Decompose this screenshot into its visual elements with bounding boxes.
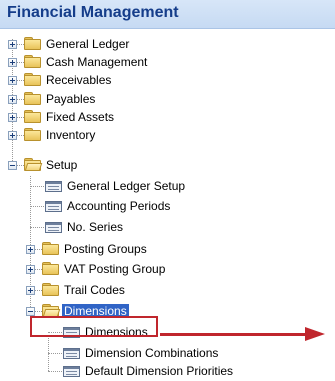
- expand-icon[interactable]: [8, 113, 17, 122]
- folder-icon: [42, 242, 59, 255]
- arrow-head-icon: [305, 327, 325, 341]
- tree-item-label[interactable]: Cash Management: [46, 55, 147, 69]
- folder-icon: [24, 73, 41, 86]
- folder-icon: [42, 262, 59, 275]
- expand-icon[interactable]: [8, 95, 17, 104]
- tree-item-no-series[interactable]: No. Series: [0, 217, 335, 237]
- tree-item-label[interactable]: Setup: [46, 158, 77, 172]
- tree-item-vat-posting-group[interactable]: VAT Posting Group: [0, 259, 335, 279]
- panel-title: Financial Management: [7, 4, 179, 21]
- tree-item-label[interactable]: No. Series: [67, 220, 123, 234]
- folder-icon: [24, 37, 41, 50]
- page-icon: [63, 348, 80, 359]
- expand-icon[interactable]: [26, 265, 35, 274]
- collapse-icon[interactable]: [8, 161, 17, 170]
- tree-item-general-ledger-setup[interactable]: General Ledger Setup: [0, 176, 335, 196]
- highlight-box: [30, 316, 158, 337]
- expand-icon[interactable]: [8, 76, 17, 85]
- tree-item-inventory[interactable]: Inventory: [0, 125, 335, 145]
- folder-icon: [42, 283, 59, 296]
- folder-icon: [24, 110, 41, 123]
- tree-item-posting-groups[interactable]: Posting Groups: [0, 239, 335, 259]
- page-icon: [45, 222, 62, 233]
- tree-item-label[interactable]: Dimension Combinations: [85, 346, 218, 360]
- expand-icon[interactable]: [8, 40, 17, 49]
- page-icon: [45, 181, 62, 192]
- page-icon: [63, 366, 80, 377]
- page-icon: [45, 201, 62, 212]
- expand-icon[interactable]: [26, 245, 35, 254]
- panel-header: Financial Management: [0, 0, 335, 29]
- tree-item-label[interactable]: Accounting Periods: [67, 199, 170, 213]
- tree-item-label[interactable]: Posting Groups: [64, 242, 147, 256]
- tree-item-label[interactable]: Default Dimension Priorities: [85, 364, 233, 378]
- arrow-annotation: [160, 333, 308, 336]
- expand-icon[interactable]: [8, 58, 17, 67]
- tree-item-accounting-periods[interactable]: Accounting Periods: [0, 196, 335, 216]
- tree-item-label[interactable]: VAT Posting Group: [64, 262, 165, 276]
- expand-icon[interactable]: [26, 286, 35, 295]
- tree-item-general-ledger[interactable]: General Ledger: [0, 34, 335, 54]
- tree-item-label[interactable]: General Ledger: [46, 37, 129, 51]
- tree-item-label[interactable]: Trail Codes: [64, 283, 125, 297]
- tree-item-fixed-assets[interactable]: Fixed Assets: [0, 107, 335, 127]
- tree-item-label[interactable]: Fixed Assets: [46, 110, 114, 124]
- tree-item-default-dimension-priorities[interactable]: Default Dimension Priorities: [0, 361, 335, 381]
- tree-item-setup[interactable]: Setup: [0, 155, 335, 175]
- folder-icon: [24, 92, 41, 105]
- folder-icon: [24, 55, 41, 68]
- collapse-icon[interactable]: [26, 307, 35, 316]
- tree-item-label[interactable]: Receivables: [46, 73, 111, 87]
- tree-item-dimension-combinations[interactable]: Dimension Combinations: [0, 343, 335, 363]
- tree-item-trail-codes[interactable]: Trail Codes: [0, 280, 335, 300]
- tree-item-label[interactable]: General Ledger Setup: [67, 179, 185, 193]
- tree-item-label[interactable]: Payables: [46, 92, 95, 106]
- tree-item-receivables[interactable]: Receivables: [0, 70, 335, 90]
- open-folder-icon: [24, 158, 43, 171]
- expand-icon[interactable]: [8, 131, 17, 140]
- folder-icon: [24, 128, 41, 141]
- tree-item-cash-management[interactable]: Cash Management: [0, 52, 335, 72]
- tree-item-label[interactable]: Inventory: [46, 128, 95, 142]
- tree-item-payables[interactable]: Payables: [0, 89, 335, 109]
